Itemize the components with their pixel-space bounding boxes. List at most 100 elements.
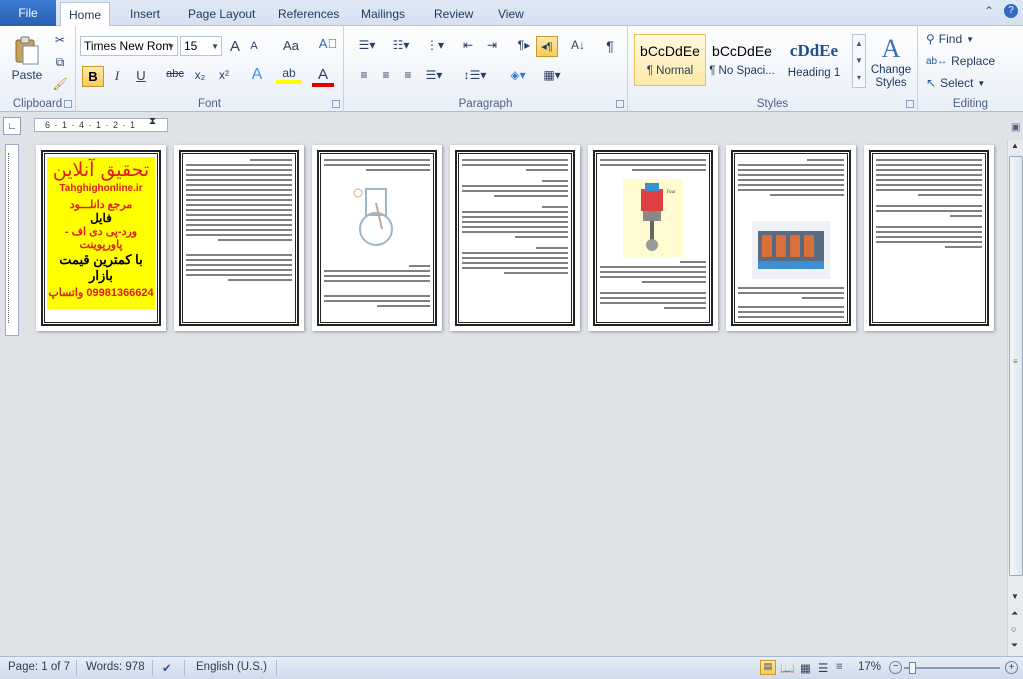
print-layout-icon[interactable]: ▤ [760,660,776,675]
page-7[interactable] [864,145,994,331]
format-painter-icon[interactable]: 🖌 [52,76,68,92]
line-spacing-icon[interactable]: ↕☰▾ [462,68,488,82]
copy-icon[interactable]: ⧉ [52,54,68,70]
change-styles-button[interactable]: A Change Styles [868,30,914,94]
tab-review[interactable]: Review [426,2,481,26]
justify-icon[interactable]: ☰▾ [422,68,446,82]
styles-label: Styles [756,98,789,110]
font-size-combo[interactable]: 15 ▼ [180,36,222,56]
scrollbar-thumb[interactable]: ≡ [1009,156,1023,576]
highlight-color-icon[interactable]: ab [276,66,302,84]
advertisement-banner: تحقیق آنلاین Tahghighonline.ir مرجع دانل… [47,157,155,309]
browse-object-icon[interactable]: ○ [1011,624,1016,634]
font-launcher-icon[interactable] [332,100,340,108]
superscript-button[interactable]: x² [214,68,234,82]
zoom-slider[interactable] [904,667,1000,669]
proofing-icon[interactable]: ✔ [162,661,172,675]
scroll-up-icon[interactable]: ▲ [1011,141,1019,150]
page-5[interactable]: Four [588,145,718,331]
cut-icon[interactable]: ✂ [52,32,68,48]
subscript-button[interactable]: x₂ [190,68,210,82]
web-layout-icon[interactable]: ▦ [800,661,811,675]
text-effects-icon[interactable]: A [246,66,268,84]
font-name-combo[interactable]: Times New Rom ▼ [80,36,178,56]
multilevel-list-icon[interactable]: ⋮▾ [422,38,448,52]
editing-label: Editing [952,98,989,110]
draft-icon[interactable]: ≡ [836,661,843,673]
style-heading-1[interactable]: cDdEe Heading 1 [778,34,850,86]
zoom-level[interactable]: 17% [858,661,881,673]
indent-marker-icon[interactable]: ⧗ [149,116,156,127]
italic-button[interactable]: I [108,68,126,84]
scroll-down-icon[interactable]: ▼ [1011,592,1019,601]
chevron-down-icon: ▼ [977,78,986,88]
horizontal-ruler[interactable]: 6 · 1 · 4 · 1 · 2 · 1 ⧗ [34,116,168,132]
borders-icon[interactable]: ▦▾ [538,68,566,82]
outline-icon[interactable]: ☰ [818,661,828,675]
sort-icon[interactable]: A↓ [568,38,588,52]
zoom-out-icon[interactable]: − [889,661,902,674]
page-6[interactable] [726,145,856,331]
strikethrough-button[interactable]: abc [164,68,186,80]
tab-insert[interactable]: Insert [122,2,168,26]
tab-view[interactable]: View [490,2,532,26]
language[interactable]: English (U.S.) [196,661,267,673]
increase-indent-icon[interactable]: ⇥ [482,38,502,52]
page-3[interactable] [312,145,442,331]
underline-button[interactable]: U [132,68,150,83]
shading-icon[interactable]: ◈▾ [504,68,532,82]
full-screen-reading-icon[interactable]: 📖 [780,661,794,675]
tab-references[interactable]: References [270,2,347,26]
numbering-icon[interactable]: ☷▾ [388,38,414,52]
shrink-font-icon[interactable]: A [246,40,262,52]
zoom-slider-knob[interactable] [909,662,916,674]
tab-selector-icon[interactable]: ∟ [3,117,21,135]
vertical-ruler[interactable] [5,144,19,336]
clear-formatting-icon[interactable]: A⃠ [318,36,338,51]
font-color-icon[interactable]: A [312,66,334,87]
ribbon: Paste ✂ ⧉ 🖌 Clipboard Times New Rom ▼ 15… [0,26,1023,112]
vertical-scrollbar[interactable]: ▣ ▲ ≡ ▼ ⏶ ○ ⏷ [1007,122,1023,656]
bullets-icon[interactable]: ☰▾ [354,38,380,52]
file-tab[interactable]: File [0,0,56,26]
replace-button[interactable]: ab↔ Replace [926,52,995,70]
clipboard-launcher-icon[interactable] [64,100,72,108]
minimize-ribbon-icon[interactable]: ⌃ [984,4,994,18]
rtl-button[interactable]: ◂¶ [536,36,558,57]
style-no-spacing-sample: bCcDdEe [712,43,772,59]
tab-page-layout[interactable]: Page Layout [180,2,263,26]
align-left-icon[interactable]: ≡ [354,68,374,82]
show-hide-marks-icon[interactable]: ¶ [600,38,620,54]
next-page-icon[interactable]: ⏷ [1011,640,1018,651]
styles-gallery-scroll[interactable]: ▲ ▼ ▾ [852,34,866,88]
status-separator [76,660,77,676]
align-center-icon[interactable]: ≡ [376,68,396,82]
help-icon[interactable]: ? [1004,4,1018,18]
tab-mailings[interactable]: Mailings [353,2,413,26]
style-no-spacing[interactable]: bCcDdEe ¶ No Spaci... [706,34,778,86]
grow-font-icon[interactable]: A [226,38,244,55]
ltr-icon[interactable]: ¶▸ [514,38,534,52]
align-right-icon[interactable]: ≡ [398,68,418,82]
view-ruler-icon[interactable]: ▣ [1011,122,1020,133]
previous-page-icon[interactable]: ⏶ [1011,608,1018,619]
styles-launcher-icon[interactable] [906,100,914,108]
word-count[interactable]: Words: 978 [86,661,145,673]
paste-button[interactable]: Paste [8,32,46,86]
decrease-indent-icon[interactable]: ⇤ [458,38,478,52]
page-1[interactable]: تحقیق آنلاین Tahghighonline.ir مرجع دانل… [36,145,166,331]
paragraph-launcher-icon[interactable] [616,100,624,108]
page-2[interactable] [174,145,304,331]
change-case-button[interactable]: Aa [278,38,304,53]
find-button[interactable]: ⚲ Find ▼ [926,30,974,48]
page-text [462,159,568,277]
bold-button[interactable]: B [82,66,104,87]
zoom-in-icon[interactable]: + [1005,661,1018,674]
page-4[interactable] [450,145,580,331]
page-count[interactable]: Page: 1 of 7 [8,661,70,673]
style-normal[interactable]: bCcDdEe ¶ Normal [634,34,706,86]
select-button[interactable]: ↖ Select ▼ [926,74,985,92]
chevron-down-icon: ▼ [211,41,219,51]
tab-home[interactable]: Home [60,2,111,27]
editing-group: ⚲ Find ▼ ab↔ Replace ↖ Select ▼ Editing [918,26,1023,112]
